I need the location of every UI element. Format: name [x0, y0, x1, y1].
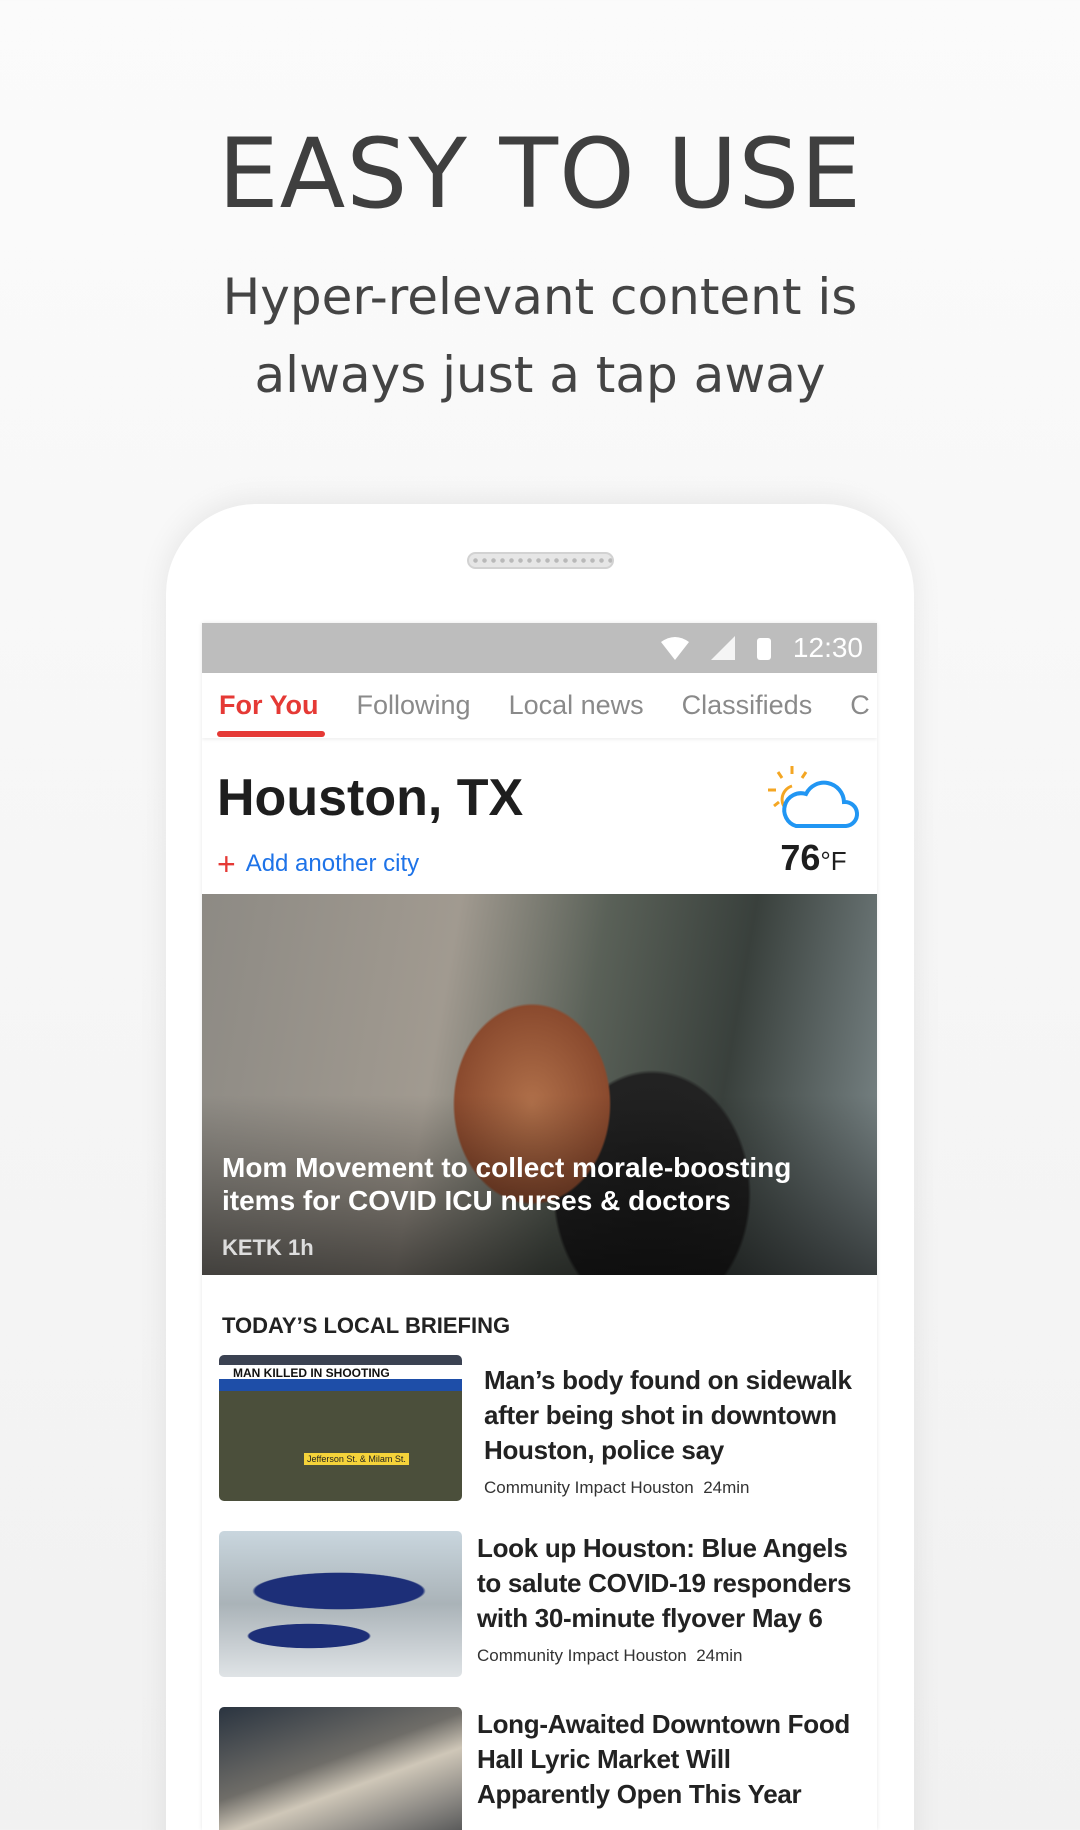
- signal-icon: [710, 636, 735, 660]
- city-name: Houston, TX: [217, 769, 524, 827]
- weather-widget[interactable]: 76°F: [766, 764, 861, 879]
- story-source: Community Impact Houston: [477, 1646, 687, 1665]
- add-city-button[interactable]: + Add another city: [217, 846, 420, 882]
- story-meta: Community Impact Houston 24min: [477, 1646, 867, 1666]
- story-source: Community Impact Houston: [484, 1478, 694, 1497]
- tab-more[interactable]: C: [850, 690, 870, 721]
- story-thumbnail: MAN KILLED IN SHOOTING Jefferson St. & M…: [219, 1355, 462, 1501]
- story-time: 24min: [696, 1646, 743, 1665]
- plus-icon: +: [217, 846, 236, 882]
- tab-local-news[interactable]: Local news: [509, 690, 644, 721]
- phone-speaker: [467, 552, 614, 569]
- battery-icon: [756, 638, 771, 660]
- promo-subtitle: Hyper-relevant content is always just a …: [0, 258, 1080, 414]
- wifi-icon: [660, 637, 689, 660]
- list-item[interactable]: MAN KILLED IN SHOOTING Jefferson St. & M…: [219, 1355, 877, 1501]
- thumb-pin: Jefferson St. & Milam St.: [304, 1453, 409, 1465]
- temperature: 76°F: [766, 837, 861, 879]
- story-thumbnail: [219, 1531, 462, 1677]
- tab-bar: For You Following Local news Classifieds…: [202, 673, 877, 738]
- tab-classifieds[interactable]: Classifieds: [682, 690, 813, 721]
- status-bar: 12:30: [202, 623, 877, 673]
- list-item[interactable]: Long-Awaited Downtown Food Hall Lyric Ma…: [219, 1707, 877, 1830]
- partly-cloudy-icon: [768, 766, 859, 828]
- hero-story[interactable]: Mom Movement to collect morale-boosting …: [202, 894, 877, 1275]
- hero-source: KETK 1h: [222, 1235, 314, 1260]
- status-time: 12:30: [792, 632, 863, 663]
- hero-headline: Mom Movement to collect morale-boosting …: [222, 1152, 792, 1216]
- temp-value: 76: [780, 837, 821, 878]
- story-title: Long-Awaited Downtown Food Hall Lyric Ma…: [477, 1709, 850, 1809]
- location-header: Houston, TX + Add another city 76°F: [202, 738, 877, 894]
- thumb-label: MAN KILLED IN SHOOTING: [233, 1366, 390, 1380]
- subtitle-line: always just a tap away: [254, 346, 826, 404]
- briefing-heading: TODAY’S LOCAL BRIEFING: [222, 1313, 511, 1338]
- story-title: Look up Houston: Blue Angels to salute C…: [477, 1533, 852, 1633]
- story-title: Man’s body found on sidewalk after being…: [484, 1365, 852, 1465]
- tab-following[interactable]: Following: [357, 690, 471, 721]
- story-thumbnail: [219, 1707, 462, 1830]
- phone-screen: 12:30 For You Following Local news Class…: [202, 623, 877, 1830]
- add-city-label: Add another city: [245, 850, 420, 877]
- story-meta: Community Impact Houston 24min: [484, 1478, 867, 1498]
- tab-for-you[interactable]: For You: [217, 690, 324, 737]
- list-item[interactable]: Look up Houston: Blue Angels to salute C…: [219, 1531, 877, 1677]
- subtitle-line: Hyper-relevant content is: [222, 268, 858, 326]
- promo-title: EASY TO USE: [218, 118, 862, 230]
- temp-unit: °F: [820, 846, 847, 876]
- story-time: 24min: [703, 1478, 750, 1497]
